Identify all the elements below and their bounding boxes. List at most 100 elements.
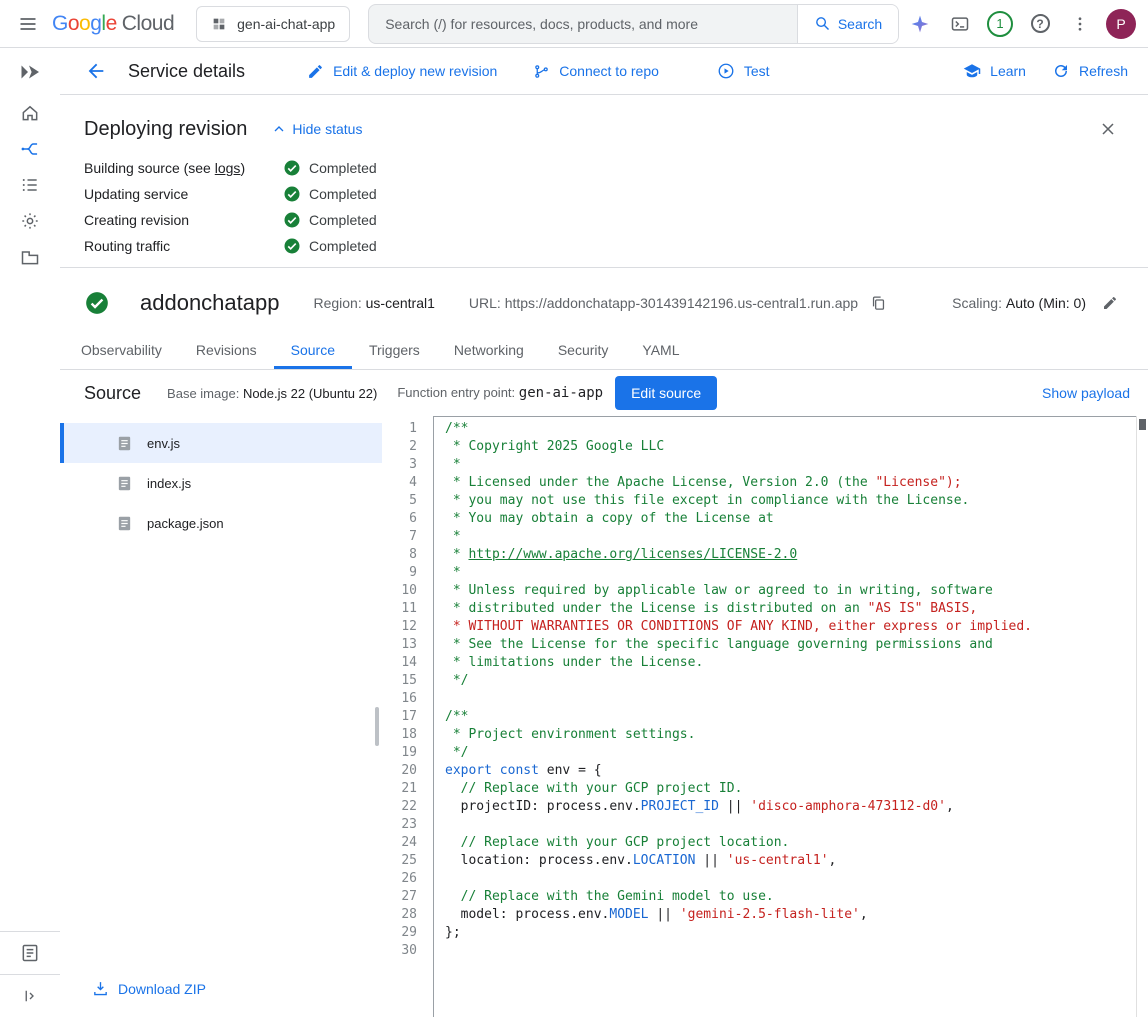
notifications-button[interactable]: 1 [980,4,1020,44]
project-selector[interactable]: gen-ai-chat-app [196,6,350,42]
services-flow-icon [20,139,40,159]
tab-observability[interactable]: Observability [64,333,179,369]
service-url-value: https://addonchatapp-301439142196.us-cen… [505,295,858,311]
nav-home[interactable] [8,95,52,131]
step-label: Creating revision [84,212,283,228]
service-toolbar: Service details Edit & deploy new revisi… [60,48,1148,95]
tab-revisions[interactable]: Revisions [179,333,274,369]
test-button[interactable]: Test [717,62,770,80]
project-icon [211,16,227,32]
release-notes-button[interactable] [8,932,52,974]
file-item-package-json[interactable]: package.json [60,503,382,543]
edit-deploy-button[interactable]: Edit & deploy new revision [307,63,497,80]
deploy-step-row: Routing traffic Completed [84,238,1124,254]
refresh-button[interactable]: Refresh [1052,62,1128,80]
domain-icon [20,247,40,267]
file-item-env-js[interactable]: env.js [60,423,382,463]
deploy-step-row: Building source (see logs) Completed [84,160,1124,176]
step-label: Updating service [84,186,283,202]
back-button[interactable] [80,55,112,87]
logs-link[interactable]: logs [215,160,241,176]
entry-point-value: gen-ai-app [519,385,603,401]
tab-security[interactable]: Security [541,333,626,369]
kebab-icon [1071,15,1089,33]
avatar[interactable]: P [1106,9,1136,39]
page-title: Service details [128,61,245,82]
editor-scrollbar-thumb[interactable] [1139,419,1146,430]
code-lines: /** * Copyright 2025 Google LLC * * Lice… [445,420,1132,960]
cloud-run-icon [18,60,42,84]
edit-source-button[interactable]: Edit source [615,376,717,410]
play-circle-icon [717,62,735,80]
editor-scrollbar[interactable] [1136,416,1148,1017]
cloud-shell-button[interactable] [940,4,980,44]
close-panel-button[interactable] [1092,113,1124,145]
repo-branch-icon [533,63,550,80]
search-input[interactable] [369,5,797,43]
connect-repo-label: Connect to repo [559,63,659,79]
tab-networking[interactable]: Networking [437,333,541,369]
app-body: Service details Edit & deploy new revisi… [0,48,1148,1017]
learn-button[interactable]: Learn [963,62,1026,80]
code-gutter: 1234567891011121314151617181920212223242… [382,416,433,1017]
file-panel-scrollbar[interactable] [375,707,379,746]
download-zip-label: Download ZIP [118,981,206,997]
gemini-button[interactable] [900,4,940,44]
release-notes-icon [20,943,40,963]
file-icon [116,515,133,532]
edit-scaling-button[interactable] [1100,293,1120,313]
deploy-steps: Building source (see logs) Completed Upd… [84,160,1124,254]
hide-status-button[interactable]: Hide status [271,121,362,137]
nav-domain-mappings[interactable] [8,239,52,275]
service-tabs: Observability Revisions Source Triggers … [60,333,1148,370]
code-editor: 1234567891011121314151617181920212223242… [382,416,1148,1017]
tab-triggers[interactable]: Triggers [352,333,437,369]
rail-bottom [0,931,60,1017]
more-options-button[interactable] [1060,4,1100,44]
deploy-step-row: Creating revision Completed [84,212,1124,228]
top-bar-actions: 1 ? P [900,4,1142,44]
service-url: URL: https://addonchatapp-301439142196.u… [469,293,889,314]
copy-url-button[interactable] [868,293,889,314]
tab-source[interactable]: Source [274,333,352,369]
help-icon: ? [1031,14,1050,33]
connect-repo-button[interactable]: Connect to repo [533,63,659,80]
notification-badge: 1 [987,11,1013,37]
code-pane[interactable]: /** * Copyright 2025 Google LLC * * Lice… [433,416,1136,1017]
edit-deploy-label: Edit & deploy new revision [333,63,497,79]
nav-integrations[interactable] [8,203,52,239]
service-scaling: Scaling: Auto (Min: 0) [952,293,1120,313]
step-status: Completed [309,186,377,202]
nav-services[interactable] [8,131,52,167]
gemini-sparkle-icon [910,14,930,34]
menu-button[interactable] [8,4,48,44]
search-button[interactable]: Search [797,5,898,43]
google-cloud-logo: Google Cloud [52,12,174,36]
main-column: Service details Edit & deploy new revisi… [60,48,1148,1017]
search-icon [814,15,831,32]
base-image: Base image: Node.js 22 (Ubuntu 22) [167,386,377,401]
entry-point: Function entry point: gen-ai-app [397,385,603,401]
file-icon [116,475,133,492]
file-name: package.json [147,516,224,531]
step-status: Completed [309,212,377,228]
check-circle-icon [283,159,301,177]
deploy-status-panel: Deploying revision Hide status Building … [60,95,1148,267]
nav-jobs[interactable] [8,167,52,203]
step-label-suffix: ) [240,160,245,176]
help-button[interactable]: ? [1020,4,1060,44]
deploy-step-row: Updating service Completed [84,186,1124,202]
learn-label: Learn [990,63,1026,79]
download-zip-button[interactable]: Download ZIP [92,980,206,997]
deploy-panel-title: Deploying revision [84,118,247,141]
tab-yaml[interactable]: YAML [625,333,696,369]
hamburger-icon [18,14,38,34]
download-icon [92,980,109,997]
refresh-label: Refresh [1079,63,1128,79]
show-payload-link[interactable]: Show payload [1042,385,1130,401]
expand-nav-button[interactable] [8,975,52,1017]
file-item-index-js[interactable]: index.js [60,463,382,503]
file-name: index.js [147,476,191,491]
check-circle-icon [283,237,301,255]
top-app-bar: Google Cloud gen-ai-chat-app Search 1 ? … [0,0,1148,48]
